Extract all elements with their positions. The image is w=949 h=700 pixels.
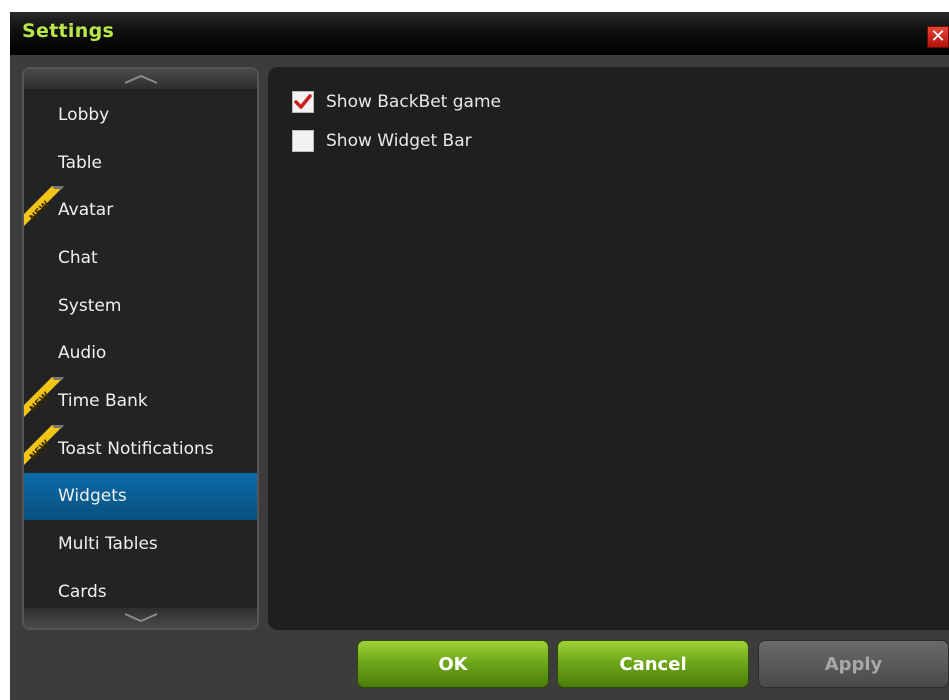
- sidebar-item-time-bank[interactable]: NEW Time Bank: [24, 377, 257, 425]
- sidebar-item-label: Audio: [58, 343, 107, 364]
- settings-window: Settings ✕ Lobby Table NEW Avatar Chat S…: [10, 12, 949, 700]
- chevron-down-icon: [124, 613, 157, 623]
- sidebar-item-label: Table: [58, 152, 102, 173]
- sidebar-item-widgets[interactable]: Widgets: [24, 472, 257, 521]
- cancel-button[interactable]: Cancel: [557, 640, 749, 688]
- ok-button[interactable]: OK: [357, 640, 549, 688]
- sidebar-item-label: Lobby: [58, 104, 110, 125]
- title-bar[interactable]: Settings: [10, 12, 949, 55]
- sidebar-item-label: Avatar: [58, 200, 114, 221]
- sidebar-item-avatar[interactable]: NEW Avatar: [24, 186, 257, 234]
- widgets-settings-panel: Show BackBet game Show Widget Bar: [268, 67, 949, 630]
- sidebar-item-label: Chat: [58, 247, 98, 268]
- new-badge-icon: NEW: [24, 186, 64, 227]
- sidebar-item-system[interactable]: System: [24, 282, 257, 330]
- close-icon[interactable]: ✕: [927, 26, 949, 48]
- show-backbet-game-option[interactable]: Show BackBet game: [292, 91, 501, 113]
- chevron-up-icon: [124, 74, 157, 84]
- new-badge-text: NEW: [28, 200, 52, 224]
- new-badge-icon: NEW: [24, 424, 64, 465]
- sidebar-item-audio[interactable]: Audio: [24, 329, 257, 377]
- sidebar-item-multi-tables[interactable]: Multi Tables: [24, 520, 257, 568]
- sidebar-item-label: Toast Notifications: [58, 438, 214, 459]
- option-label: Show BackBet game: [326, 92, 501, 112]
- sidebar-item-lobby[interactable]: Lobby: [24, 91, 257, 139]
- show-backbet-game-checkbox[interactable]: [292, 91, 314, 113]
- option-label: Show Widget Bar: [326, 131, 472, 151]
- sidebar-item-label: System: [58, 295, 122, 316]
- sidebar-item-label: Widgets: [58, 486, 127, 507]
- scroll-down-button[interactable]: [24, 608, 257, 628]
- show-widget-bar-option[interactable]: Show Widget Bar: [292, 130, 472, 152]
- sidebar-item-table[interactable]: Table: [24, 139, 257, 187]
- sidebar-nav-list: Lobby Table NEW Avatar Chat System Audio: [24, 91, 257, 616]
- scroll-up-button[interactable]: [24, 69, 257, 89]
- new-badge-text: NEW: [28, 438, 52, 462]
- sidebar-item-label: Cards: [58, 581, 107, 602]
- sidebar-item-chat[interactable]: Chat: [24, 234, 257, 282]
- apply-button[interactable]: Apply: [758, 640, 949, 688]
- settings-sidebar: Lobby Table NEW Avatar Chat System Audio: [22, 67, 259, 630]
- window-title: Settings: [22, 20, 115, 42]
- sidebar-item-toast-notifications[interactable]: NEW Toast Notifications: [24, 424, 257, 473]
- show-widget-bar-checkbox[interactable]: [292, 130, 314, 152]
- checkmark-icon: [294, 94, 312, 109]
- new-badge-icon: NEW: [24, 377, 64, 418]
- new-badge-text: NEW: [28, 391, 52, 415]
- sidebar-item-label: Multi Tables: [58, 534, 158, 555]
- sidebar-item-label: Time Bank: [58, 390, 148, 411]
